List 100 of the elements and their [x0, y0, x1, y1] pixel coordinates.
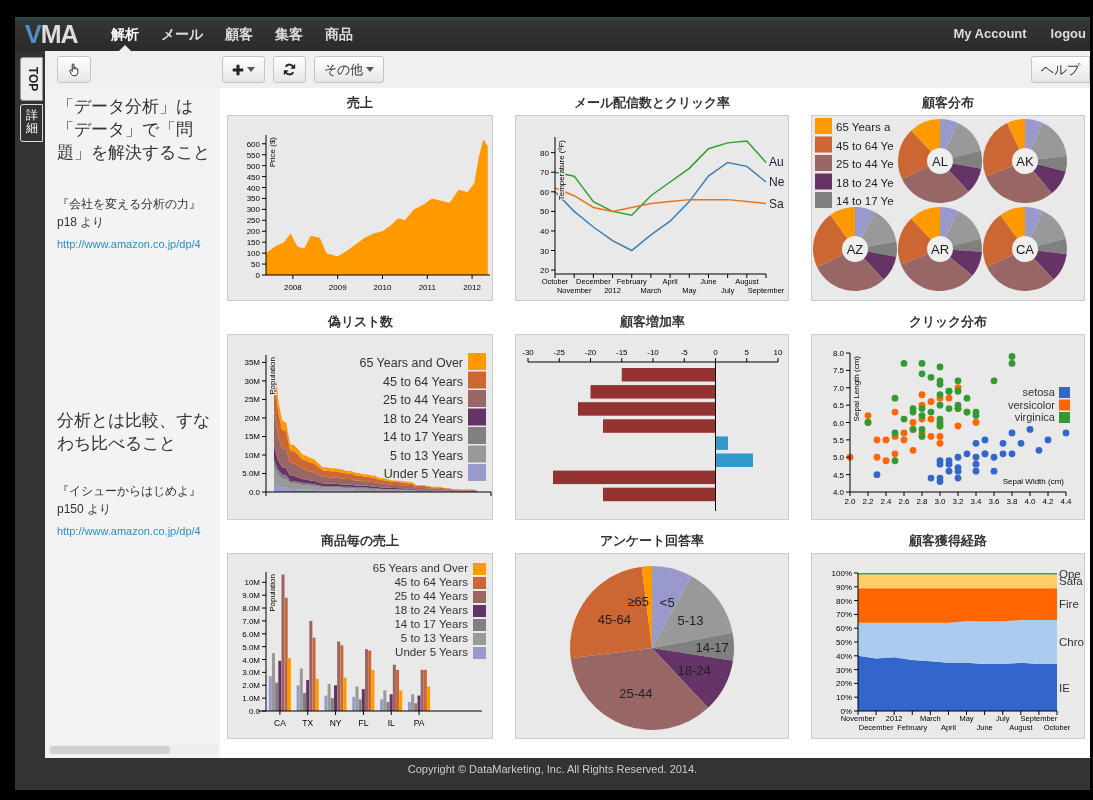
axis-tick-label: 2010	[373, 283, 392, 292]
legend-label: setosa	[1022, 386, 1055, 398]
axis-tick-label: 70%	[836, 610, 852, 620]
axis-tick-label: PA	[413, 718, 425, 728]
axis-tick-label: 5.0	[832, 453, 844, 463]
legend-label: virginica	[1014, 411, 1055, 423]
legend-label: 18 to 24 Years	[394, 604, 468, 616]
axis-tick-label: -20	[584, 348, 597, 357]
axis-tick-label: 3.0	[934, 497, 946, 506]
axis-tick-label: 7.5	[832, 366, 844, 376]
axis-tick-label: 4.5	[832, 470, 844, 480]
axis-tick-label: -30	[522, 348, 534, 357]
axis-tick-label: 0.0	[248, 707, 260, 716]
quote-text: 分析とは比較、すなわち比べること	[57, 409, 211, 455]
pie-label: AK	[1016, 154, 1034, 169]
chart-title: 売上	[346, 95, 374, 111]
legend-label: 65 Years and Over	[359, 356, 463, 370]
axis-title: Population	[268, 357, 277, 395]
axis-tick-label: 10M	[244, 450, 260, 460]
pie-label: AZ	[846, 242, 864, 257]
legend-label: 14 to 17 Ye	[836, 195, 894, 207]
axis-tick-label: 9.0M	[242, 591, 260, 601]
legend-label: versicolor	[1007, 398, 1055, 411]
axis-tick-label: 0	[713, 348, 718, 357]
axis-tick-label: 0%	[840, 707, 852, 716]
axis-tick-label: 80	[540, 148, 549, 158]
chart-title: 顧客増加率	[618, 314, 686, 330]
axis-tick-label: 4.4	[1060, 497, 1072, 506]
axis-tick-label: 0.0	[248, 488, 260, 497]
chart-title: 偽リスト数	[326, 314, 394, 330]
axis-tick-label: 30M	[244, 376, 260, 386]
axis-tick-label: 25M	[244, 395, 260, 405]
legend-label: 45 to 64 Years	[394, 576, 468, 588]
axis-tick-label: 3.8	[1006, 497, 1018, 506]
book-title: 『会社を変える分析の力』	[57, 195, 202, 213]
slice-label: 45-64	[597, 611, 632, 627]
axis-tick-label: 40%	[836, 651, 852, 661]
legend-label: 65 Years and Over	[372, 562, 468, 574]
axis-tick-label: 5.5	[832, 435, 844, 445]
axis-tick-label: 2011	[418, 283, 436, 292]
axis-tick-label: 100	[246, 249, 260, 259]
axis-tick-label: 20M	[244, 413, 260, 423]
quote-text: 「データ分析」は「データ」で「問題」を解決すること	[57, 96, 211, 164]
axis-tick-label: 80%	[836, 596, 852, 606]
axis-tick-label: 2012	[463, 283, 481, 292]
axis-tick-label: 300	[246, 205, 260, 215]
axis-tick-label: 1.0M	[242, 694, 260, 704]
axis-tick-label: 90%	[836, 582, 852, 592]
axis-tick-label: 0	[255, 271, 260, 280]
axis-tick-label: 600	[246, 139, 260, 149]
legend-label: 25 to 44 Years	[394, 590, 468, 602]
axis-tick-label: 10M	[244, 578, 260, 588]
slice-label: 5-13	[677, 613, 704, 629]
chart-title: 顧客獲得経路	[908, 533, 988, 549]
series-label: Au	[769, 155, 784, 170]
axis-tick-label: 20	[540, 266, 549, 276]
axis-tick-label: 150	[246, 238, 260, 248]
axis-tick-label: 4.2	[1042, 497, 1054, 506]
axis-tick-label: 50%	[836, 638, 852, 647]
axis-tick-label: 7.0	[832, 383, 844, 393]
axis-tick-label: 60%	[836, 624, 852, 634]
axis-tick-label: 550	[246, 150, 260, 160]
axis-tick-label: 4.0	[832, 488, 844, 497]
axis-tick-label: 250	[246, 216, 260, 226]
chart-title: メール配信数とクリック率	[573, 95, 731, 111]
axis-title: Sepal Width (cm)	[1002, 477, 1064, 486]
axis-tick-label: 4.0M	[242, 655, 260, 665]
series-label: IE	[1059, 681, 1070, 694]
chart-title: 商品毎の売上	[320, 533, 400, 549]
axis-tick-label: 30%	[836, 665, 852, 675]
axis-tick-label: 2008	[284, 283, 302, 292]
page-reference: p18 より	[57, 213, 106, 231]
axis-tick-label: 20%	[836, 679, 852, 689]
chart-title: アンケート回答率	[599, 533, 705, 549]
axis-title: Sepal Length (cm)	[852, 356, 861, 422]
axis-tick-label: NY	[329, 718, 342, 728]
slice-label: <5	[659, 594, 675, 610]
axis-title: Temperature (ºF)	[557, 140, 566, 201]
axis-tick-label: 100%	[831, 569, 852, 578]
legend-label: Under 5 Years	[395, 646, 468, 658]
axis-tick-label: 8.0	[832, 349, 844, 358]
axis-title: Population	[268, 574, 277, 612]
axis-tick-label: 3.4	[970, 497, 982, 506]
axis-title: Price ($)	[268, 137, 277, 168]
axis-tick-label: 8.0M	[242, 604, 260, 614]
slice-label: 14-17	[695, 640, 729, 656]
legend-label: 25 to 44 Years	[383, 393, 463, 407]
axis-tick-label: 60	[540, 187, 549, 197]
axis-tick-label: 3.2	[952, 497, 964, 506]
axis-tick-label: 450	[246, 172, 260, 182]
slice-label: 25-44	[619, 685, 653, 701]
series-label: Ne	[769, 175, 785, 189]
pie-label: AR	[930, 242, 950, 257]
axis-tick-label: 200	[246, 227, 260, 237]
book-title: 『イシューからはじめよ』	[57, 482, 202, 500]
axis-tick-label: CA	[274, 718, 286, 728]
legend-label: 45 to 64 Ye	[836, 139, 894, 152]
axis-tick-label: 70	[540, 168, 549, 178]
axis-tick-label: 15M	[244, 432, 260, 442]
legend-label: 18 to 24 Ye	[836, 176, 894, 189]
